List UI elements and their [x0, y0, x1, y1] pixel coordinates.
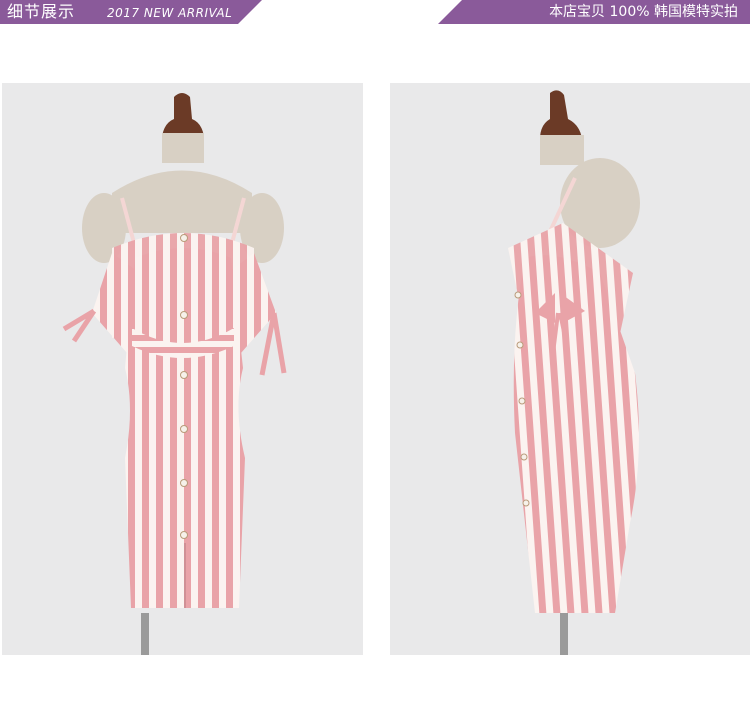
header-tagline: 本店宝贝 100% 韩国模特实拍 [549, 4, 738, 20]
dress-front-illustration [62, 93, 287, 655]
section-title: 细节展示 [7, 2, 76, 21]
section-subtitle: 2017 NEW ARRIVAL [107, 6, 233, 20]
header-bar: 细节展示 2017 NEW ARRIVAL 本店宝贝 100% 韩国模特实拍 [0, 0, 750, 24]
dress-side-illustration [508, 90, 640, 655]
dress-front-photo [2, 83, 363, 655]
dress-side-photo [390, 83, 750, 655]
